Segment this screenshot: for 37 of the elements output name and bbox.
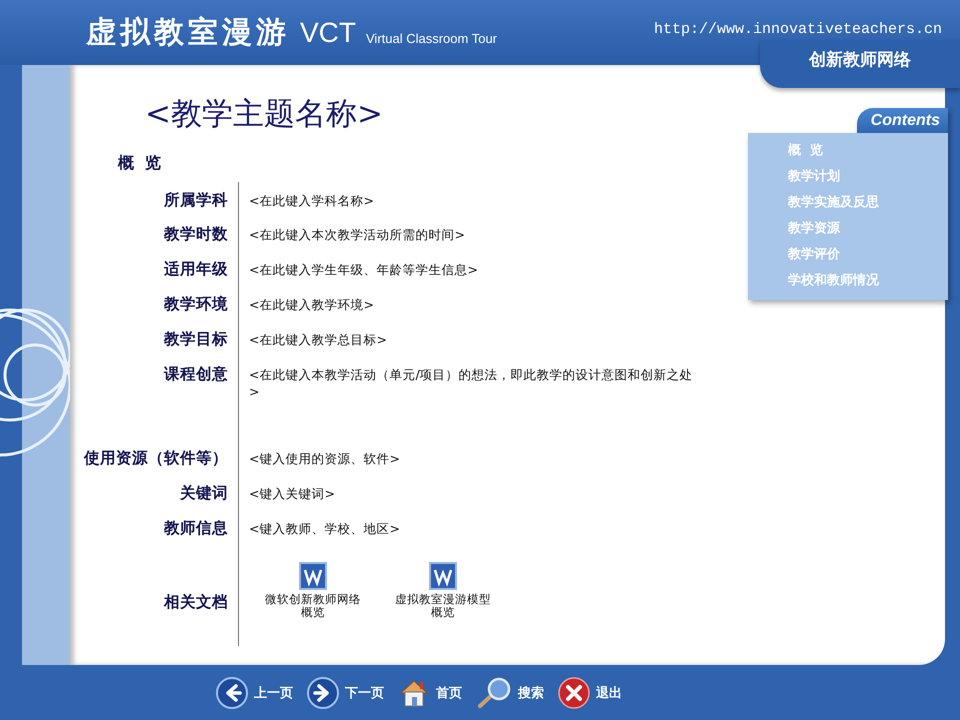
field-value: <在此键入本教学活动（单元/项目）的想法，即此教学的设计意图和创新之处> [249,366,694,401]
website-url: http://www.innovativeteachers.cn [654,21,942,38]
app-title: 虚拟教室漫游 [86,14,290,52]
field-label: 教学时数 [162,223,228,245]
nav-button[interactable]: 搜索 [476,676,544,708]
nav-button[interactable]: 退出 [558,676,622,708]
section-heading: 概 览 [118,153,162,174]
field-value: <在此键入本次教学活动所需的时间> [249,226,466,244]
document-icon [299,562,327,590]
field-value: <键入关键词> [249,485,336,503]
nav-button[interactable]: 上一页 [216,676,293,708]
field-value: <键入使用的资源、软件> [249,450,401,468]
field-value: <在此键入教学环境> [249,296,375,314]
page-title: <教学主题名称> [145,95,383,134]
document-icon [429,562,457,590]
field-value: <键入教师、学校、地区> [249,520,401,538]
field-label: 所属学科 [162,189,228,211]
app-subtitle: Virtual Classroom Tour [366,31,498,46]
app-abbreviation: VCT [300,16,356,48]
network-name: 创新教师网络 [809,49,911,71]
field-label: 适用年级 [163,258,228,280]
search-icon [476,676,512,708]
field-value: <在此键入学科名称> [249,192,375,210]
nav-button[interactable]: 首页 [398,676,462,708]
close-icon [558,676,590,708]
field-label: 教师信息 [162,517,228,539]
field-label: 关键词 [178,482,228,504]
document-link[interactable]: 虚拟教室漫游模型概览 [393,593,493,619]
field-value: <在此键入学生年级、年龄等学生信息> [249,261,479,279]
document-link[interactable]: 微软创新教师网络概览 [263,593,363,619]
field-label: 使用资源（软件等） [82,447,228,469]
nav-button[interactable]: 下一页 [307,676,384,708]
field-label: 相关文档 [162,591,228,613]
field-label: 课程创意 [162,363,228,385]
field-value: <在此键入教学总目标> [249,331,388,349]
field-label: 教学目标 [162,328,228,350]
field-label: 教学环境 [162,293,228,315]
